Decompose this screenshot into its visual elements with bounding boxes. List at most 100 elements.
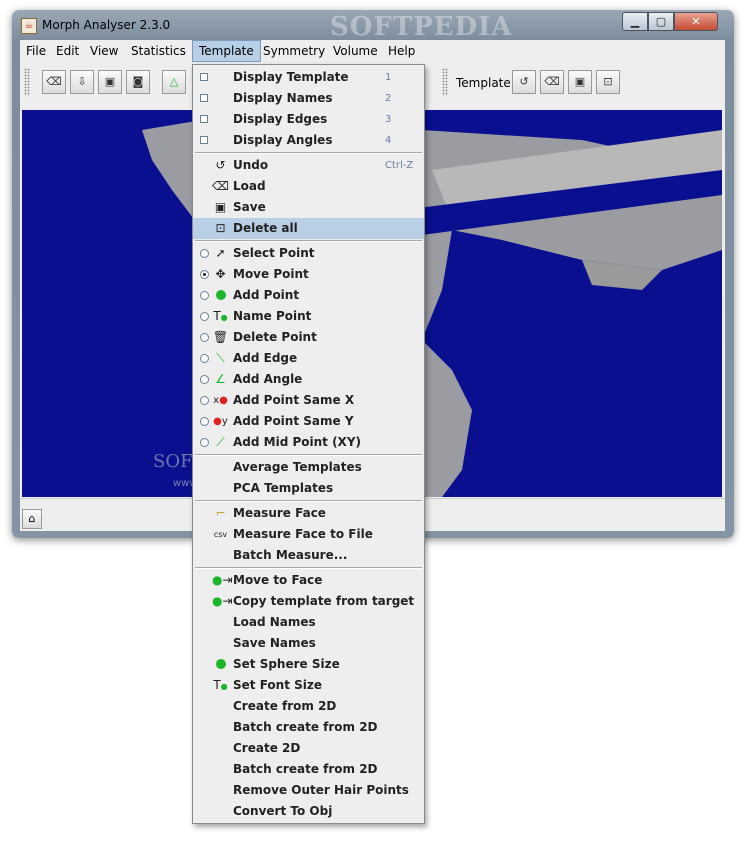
item-accelerator: 4 — [385, 135, 392, 146]
menu-copy-template-from-target[interactable]: ●⇥ Copy template from target — [193, 591, 424, 612]
trash-icon: 🗑 — [212, 330, 229, 344]
menu-save[interactable]: ▣ Save — [193, 197, 424, 218]
minimize-button[interactable]: ▁ — [622, 12, 648, 31]
menu-add-point[interactable]: Add Point — [193, 285, 424, 306]
menu-separator — [195, 240, 422, 242]
triangle-points-icon: △ — [169, 75, 179, 88]
menu-add-angle[interactable]: ∠ Add Angle — [193, 369, 424, 390]
menu-move-point[interactable]: ✥ Move Point — [193, 264, 424, 285]
item-label: Copy template from target — [233, 594, 415, 608]
menu-delete-all[interactable]: ⊡ Delete all — [193, 218, 424, 239]
menu-select-point[interactable]: ➚ Select Point — [193, 243, 424, 264]
ruler-icon: ⌐ — [215, 506, 226, 520]
menu-add-mid-point[interactable]: ⟋ Add Mid Point (XY) — [193, 432, 424, 453]
menu-set-sphere-size[interactable]: Set Sphere Size — [193, 654, 424, 675]
checkbox — [200, 94, 208, 102]
java-app-icon[interactable]: ☕ — [21, 18, 37, 34]
menu-measure-face-to-file[interactable]: csv Measure Face to File — [193, 524, 424, 545]
menu-template[interactable]: Template — [192, 40, 261, 62]
import-button[interactable]: ⇩ — [70, 70, 94, 94]
item-label: Measure Face — [233, 506, 326, 520]
item-label: Batch create from 2D — [233, 720, 378, 734]
save-all-button[interactable]: ◙ — [126, 70, 150, 94]
radio-button — [200, 396, 209, 405]
item-label: Save Names — [233, 636, 316, 650]
template-undo-button[interactable]: ↺ — [512, 70, 536, 94]
maximize-button[interactable]: ▢ — [648, 12, 674, 31]
menu-undo[interactable]: ↺ Undo Ctrl-Z — [193, 155, 424, 176]
menu-display-angles[interactable]: Display Angles 4 — [193, 130, 424, 151]
menu-separator — [195, 152, 422, 154]
item-label: Load — [233, 179, 266, 193]
item-label: Save — [233, 200, 266, 214]
item-accelerator: 2 — [385, 93, 392, 104]
template-save-button[interactable]: ▣ — [568, 70, 592, 94]
menu-save-names[interactable]: Save Names — [193, 633, 424, 654]
menu-add-edge[interactable]: ⟍ Add Edge — [193, 348, 424, 369]
menu-edit[interactable]: Edit — [50, 40, 85, 62]
close-button[interactable]: ✕ — [674, 12, 718, 31]
item-label: Set Sphere Size — [233, 657, 340, 671]
menu-create-from-2d[interactable]: Create from 2D — [193, 696, 424, 717]
item-label: Create 2D — [233, 741, 301, 755]
toolbar-grip[interactable] — [24, 68, 30, 96]
menu-set-font-size[interactable]: T● Set Font Size — [193, 675, 424, 696]
floppy-icon: ▣ — [574, 75, 586, 88]
menu-volume[interactable]: Volume — [327, 40, 384, 62]
menu-separator — [195, 567, 422, 569]
menu-move-to-face[interactable]: ●⇥ Move to Face — [193, 570, 424, 591]
menu-view[interactable]: View — [84, 40, 124, 62]
item-label: Remove Outer Hair Points — [233, 783, 409, 797]
radio-button — [200, 291, 209, 300]
menu-convert-to-obj[interactable]: Convert To Obj — [193, 801, 424, 822]
move-arrows-icon: ✥ — [215, 267, 226, 281]
menu-display-template[interactable]: Display Template 1 — [193, 67, 424, 88]
softpedia-watermark: SOFTPEDIA — [330, 12, 513, 42]
menu-file[interactable]: File — [20, 40, 52, 62]
radio-button-selected — [200, 270, 209, 279]
save-button[interactable]: ▣ — [98, 70, 122, 94]
menu-add-point-same-y[interactable]: ●y Add Point Same Y — [193, 411, 424, 432]
menu-separator — [195, 500, 422, 502]
checkbox — [200, 136, 208, 144]
menu-statistics[interactable]: Statistics — [125, 40, 192, 62]
menu-name-point[interactable]: T● Name Point — [193, 306, 424, 327]
menu-batch-create-from-2d-second[interactable]: Batch create from 2D — [193, 759, 424, 780]
item-label: Select Point — [233, 246, 315, 260]
menu-load-names[interactable]: Load Names — [193, 612, 424, 633]
menu-remove-outer-hair-points[interactable]: Remove Outer Hair Points — [193, 780, 424, 801]
download-icon: ⇩ — [77, 75, 87, 88]
menu-average-templates[interactable]: Average Templates — [193, 457, 424, 478]
menu-measure-face[interactable]: ⌐ Measure Face — [193, 503, 424, 524]
menu-delete-point[interactable]: 🗑 Delete Point — [193, 327, 424, 348]
floppy-icon: ▣ — [104, 75, 116, 88]
template-load-button[interactable]: ⌫ — [540, 70, 564, 94]
menu-load[interactable]: ⌫ Load — [193, 176, 424, 197]
template-delete-button[interactable]: ⊡ — [596, 70, 620, 94]
menu-batch-create-from-2d[interactable]: Batch create from 2D — [193, 717, 424, 738]
eraser-icon: ⌫ — [46, 75, 62, 88]
delete-all-icon: ⊡ — [215, 221, 226, 235]
title-bar[interactable]: ☕ Morph Analyser 2.3.0 SOFTPEDIA ▁ ▢ ✕ — [12, 10, 734, 42]
menu-batch-measure[interactable]: Batch Measure... — [193, 545, 424, 566]
menu-create-2d[interactable]: Create 2D — [193, 738, 424, 759]
home-view-button[interactable]: ⌂ — [22, 509, 42, 529]
menu-symmetry[interactable]: Symmetry — [257, 40, 331, 62]
template-dropdown-menu: Display Template 1 Display Names 2 Displ… — [192, 64, 425, 824]
template-tool-button[interactable]: △ — [162, 70, 186, 94]
mid-point-icon: ⟋ — [216, 435, 225, 449]
item-label: Add Point Same Y — [233, 414, 354, 428]
item-label: Undo — [233, 158, 269, 172]
floppy-multi-icon: ◙ — [132, 75, 144, 88]
menu-display-edges[interactable]: Display Edges 3 — [193, 109, 424, 130]
item-label: Add Angle — [233, 372, 303, 386]
open-button[interactable]: ⌫ — [42, 70, 66, 94]
item-label: Convert To Obj — [233, 804, 333, 818]
menu-help[interactable]: Help — [382, 40, 421, 62]
item-label: Add Point Same X — [233, 393, 355, 407]
menu-add-point-same-x[interactable]: x● Add Point Same X — [193, 390, 424, 411]
toolbar-grip-2[interactable] — [442, 68, 448, 96]
menu-display-names[interactable]: Display Names 2 — [193, 88, 424, 109]
menu-pca-templates[interactable]: PCA Templates — [193, 478, 424, 499]
green-point-add-icon — [212, 287, 229, 304]
